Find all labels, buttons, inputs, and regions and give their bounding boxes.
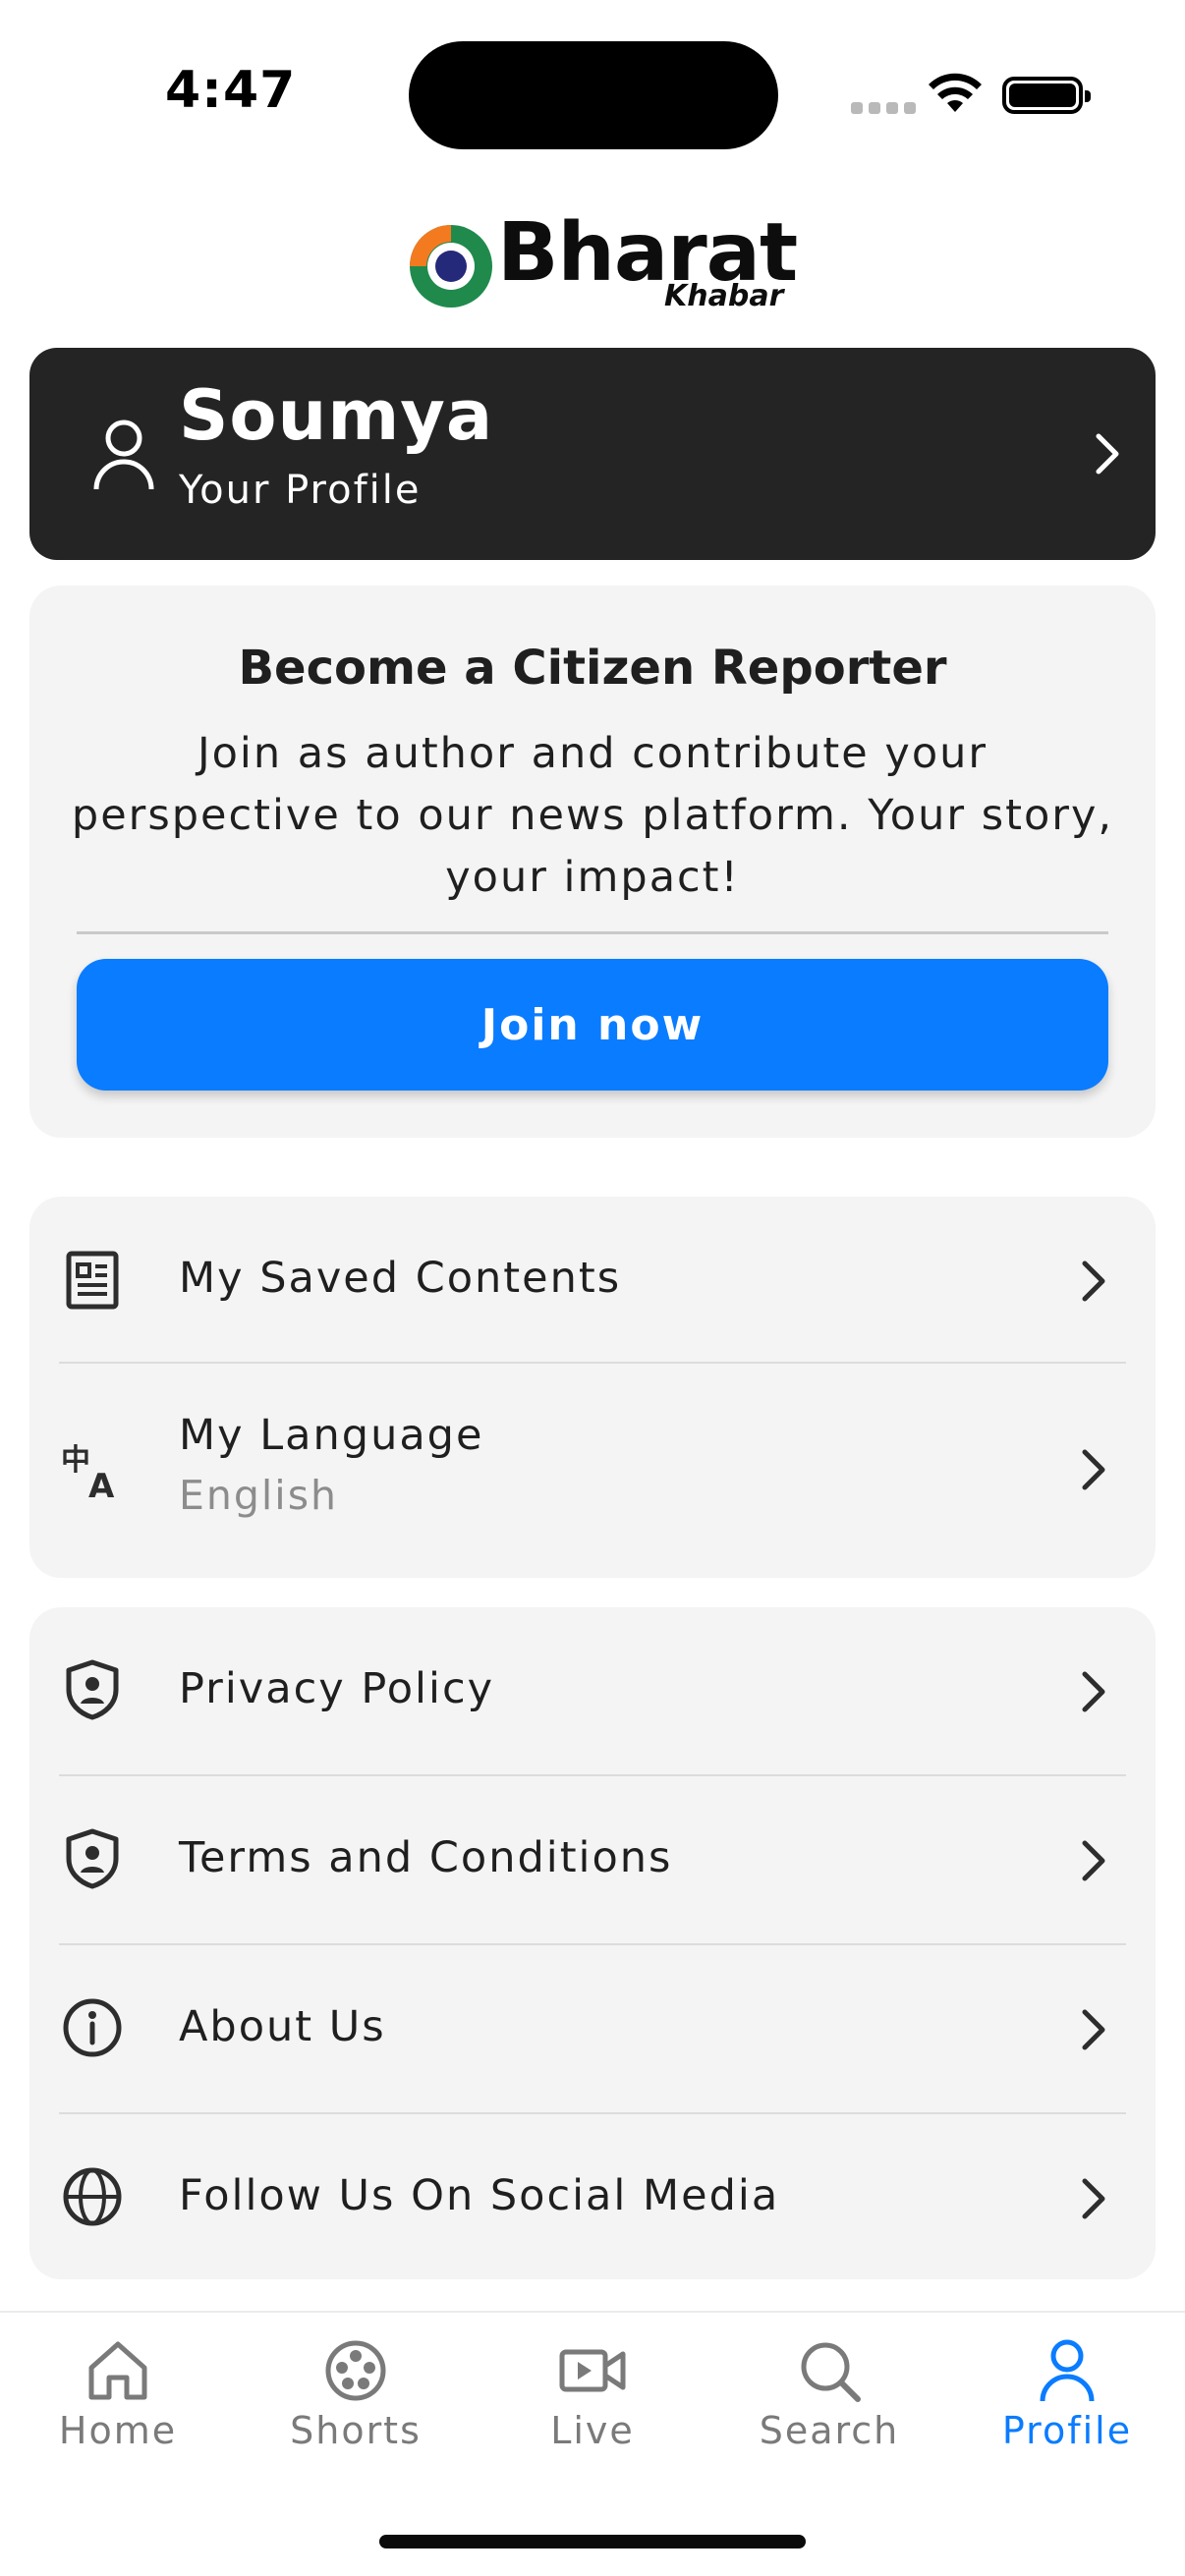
profile-card[interactable]: Soumya Your Profile bbox=[29, 348, 1156, 560]
chevron-right-icon bbox=[1082, 1449, 1105, 1490]
nav-search[interactable]: Search bbox=[731, 2338, 928, 2452]
shield-user-icon bbox=[66, 1828, 119, 1889]
brand-logo: Bharat Khabar bbox=[407, 206, 798, 314]
menu-item-saved-contents[interactable]: My Saved Contents bbox=[29, 1197, 1156, 1364]
chevron-right-icon bbox=[1082, 2178, 1105, 2219]
menu-item-label: About Us bbox=[179, 2002, 386, 2051]
status-time: 4:47 bbox=[165, 61, 297, 120]
nav-label: Live bbox=[550, 2409, 635, 2452]
document-icon bbox=[66, 1251, 119, 1310]
brand-sub: Khabar bbox=[664, 279, 784, 313]
chevron-right-icon bbox=[1082, 1671, 1105, 1712]
user-icon bbox=[1040, 2339, 1095, 2402]
film-reel-icon bbox=[325, 2340, 386, 2401]
battery-icon bbox=[1002, 77, 1091, 114]
reporter-description: Join as author and contribute your persp… bbox=[71, 729, 1114, 902]
nav-label: Shorts bbox=[290, 2409, 422, 2452]
menu-item-language[interactable]: 中 A My Language English bbox=[29, 1364, 1156, 1578]
divider bbox=[77, 931, 1108, 934]
profile-name: Soumya bbox=[179, 375, 494, 456]
shield-user-icon bbox=[66, 1659, 119, 1720]
nav-label: Home bbox=[58, 2409, 178, 2452]
nav-home[interactable]: Home bbox=[20, 2338, 216, 2452]
nav-profile[interactable]: Profile bbox=[969, 2338, 1165, 2452]
chevron-right-icon bbox=[1082, 1260, 1105, 1302]
menu-item-label: My Saved Contents bbox=[179, 1254, 622, 1303]
menu-item-social-media[interactable]: Follow Us On Social Media bbox=[29, 2114, 1156, 2279]
menu-item-privacy-policy[interactable]: Privacy Policy bbox=[29, 1607, 1156, 1774]
profile-subtitle: Your Profile bbox=[179, 468, 422, 513]
wifi-icon bbox=[929, 73, 982, 112]
status-bar: 4:47 bbox=[0, 0, 1185, 187]
menu-item-label: My Language bbox=[179, 1411, 484, 1460]
info-icon bbox=[63, 1998, 122, 2057]
menu-group-info: Privacy Policy Terms and Conditions Abou… bbox=[29, 1607, 1156, 2279]
dynamic-island bbox=[409, 41, 778, 149]
logo-mark-icon bbox=[410, 225, 492, 308]
globe-icon bbox=[63, 2167, 122, 2226]
nav-label: Profile bbox=[1001, 2409, 1133, 2452]
citizen-reporter-card: Become a Citizen Reporter Join as author… bbox=[29, 586, 1156, 1138]
translate-icon: 中 A bbox=[61, 1443, 115, 1501]
nav-label: Search bbox=[759, 2409, 900, 2452]
menu-item-label: Terms and Conditions bbox=[179, 1833, 673, 1882]
chevron-right-icon bbox=[1082, 2009, 1105, 2050]
video-camera-icon bbox=[559, 2349, 626, 2392]
reporter-title: Become a Citizen Reporter bbox=[238, 641, 947, 696]
menu-item-about-us[interactable]: About Us bbox=[29, 1945, 1156, 2112]
svg-text:中: 中 bbox=[61, 1443, 90, 1478]
nav-live[interactable]: Live bbox=[494, 2338, 691, 2452]
user-icon bbox=[93, 420, 154, 490]
language-value: English bbox=[179, 1472, 339, 1519]
cellular-signal-icon bbox=[851, 102, 916, 114]
menu-item-terms[interactable]: Terms and Conditions bbox=[29, 1776, 1156, 1943]
menu-group-content: My Saved Contents 中 A My Language Englis… bbox=[29, 1197, 1156, 1578]
svg-text:A: A bbox=[88, 1467, 115, 1501]
home-icon bbox=[88, 2341, 147, 2400]
menu-item-label: Follow Us On Social Media bbox=[179, 2171, 780, 2220]
join-now-button[interactable]: Join now bbox=[77, 959, 1108, 1091]
search-icon bbox=[801, 2342, 861, 2402]
nav-shorts[interactable]: Shorts bbox=[257, 2338, 454, 2452]
home-indicator[interactable] bbox=[379, 2535, 806, 2548]
chevron-right-icon bbox=[1082, 1840, 1105, 1881]
chevron-right-icon bbox=[1096, 433, 1119, 475]
menu-item-label: Privacy Policy bbox=[179, 1664, 495, 1713]
